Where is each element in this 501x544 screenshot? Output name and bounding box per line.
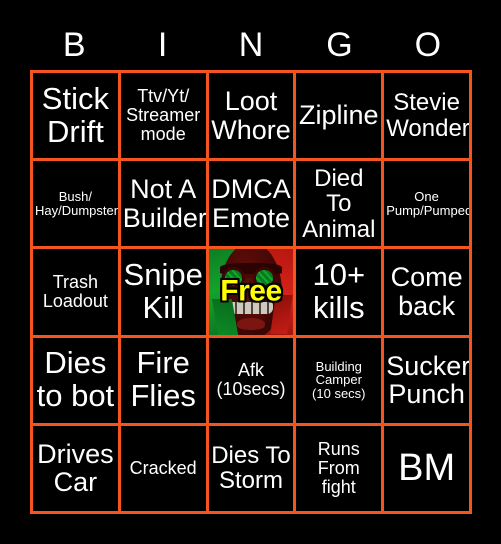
bingo-cell-label: One Pump/Pumped <box>386 189 469 218</box>
bingo-cell-label: Dies To Storm <box>211 441 291 495</box>
bingo-cell[interactable]: Zipline <box>296 73 382 159</box>
bingo-free-space[interactable]: Free <box>208 249 294 335</box>
bingo-cell[interactable]: Stevie Wonder <box>384 73 469 159</box>
bingo-cell-label: Bush/ Hay/Dumpster <box>35 189 118 218</box>
bingo-cell[interactable]: Fire Flies <box>120 337 206 423</box>
bingo-header-letter-2: N <box>238 26 264 64</box>
bingo-cell[interactable]: Dies To Storm <box>208 425 294 511</box>
bingo-cell-label: Come back <box>390 262 463 321</box>
bingo-cell-label: Zipline <box>299 100 379 131</box>
bingo-cell-label: Stick Drift <box>41 80 109 149</box>
bingo-cell[interactable]: Come back <box>384 249 469 335</box>
bingo-cell[interactable]: Afk (10secs) <box>208 337 294 423</box>
bingo-cell-label: BM <box>398 447 456 490</box>
bingo-cell[interactable]: BM <box>384 425 469 511</box>
bingo-cell-label: Afk (10secs) <box>216 360 286 400</box>
bingo-cell-label: Ttv/Yt/ Streamer mode <box>126 85 201 145</box>
bingo-cell-label: Loot Whore <box>211 85 291 145</box>
bingo-card: B I N G O Stick Drift Ttv/Yt/ Streamer mode Lo… <box>0 0 501 544</box>
bingo-cell[interactable]: Ttv/Yt/ Streamer mode <box>120 73 206 159</box>
bingo-cell-label: DMCA Emote <box>211 174 291 233</box>
bingo-cell[interactable]: 10+ kills <box>296 249 382 335</box>
bingo-cell[interactable]: Not A Builder <box>120 161 206 247</box>
bingo-header-letter-4: O <box>414 26 442 64</box>
bingo-cell-label: Not A Builder <box>122 174 206 233</box>
bingo-cell-label: 10+ kills <box>312 257 366 325</box>
bingo-cell[interactable]: Runs From fight <box>296 425 382 511</box>
bingo-cell-label: Snipe Kill <box>123 257 203 325</box>
bingo-cell[interactable]: Died To Animal <box>296 161 382 247</box>
bingo-cell[interactable]: Dies to bot <box>33 337 118 423</box>
bingo-cell[interactable]: One Pump/Pumped <box>384 161 469 247</box>
bingo-cell-label: Stevie Wonder <box>386 89 469 142</box>
bingo-cell[interactable]: Snipe Kill <box>120 249 206 335</box>
bingo-cell-label: Building Camper (10 secs) <box>312 358 366 402</box>
bingo-cell-label: Runs From fight <box>317 438 360 497</box>
bingo-cell[interactable]: Cracked <box>120 425 206 511</box>
bingo-grid: Stick Drift Ttv/Yt/ Streamer mode Loot Who… <box>30 70 472 514</box>
bingo-header-letter-3: G <box>326 26 353 64</box>
bingo-cell[interactable]: Drives Car <box>33 425 118 511</box>
bingo-cell-label: Cracked <box>129 457 197 478</box>
bingo-header-letter-1: I <box>157 26 168 64</box>
bingo-cell-label: Fire Flies <box>130 345 196 414</box>
bingo-cell[interactable]: Trash Loadout <box>33 249 118 335</box>
free-space-label: Free <box>220 274 282 308</box>
bingo-cell[interactable]: Loot Whore <box>208 73 294 159</box>
bingo-cell[interactable]: Sucker Punch <box>384 337 469 423</box>
bingo-cell[interactable]: Bush/ Hay/Dumpster <box>33 161 118 247</box>
bingo-header: BINGO <box>30 20 472 70</box>
bingo-cell-label: Sucker Punch <box>386 350 469 410</box>
bingo-cell-label: Dies to bot <box>36 345 115 414</box>
bingo-cell[interactable]: Stick Drift <box>33 73 118 159</box>
artwork-tongue <box>236 318 266 330</box>
bingo-cell-label: Drives Car <box>37 438 114 498</box>
bingo-cell-label: Trash Loadout <box>42 271 108 311</box>
bingo-cell[interactable]: Building Camper (10 secs) <box>296 337 382 423</box>
bingo-header-letter-0: B <box>62 26 86 64</box>
bingo-cell[interactable]: DMCA Emote <box>208 161 294 247</box>
bingo-cell-label: Died To Animal <box>302 164 376 243</box>
